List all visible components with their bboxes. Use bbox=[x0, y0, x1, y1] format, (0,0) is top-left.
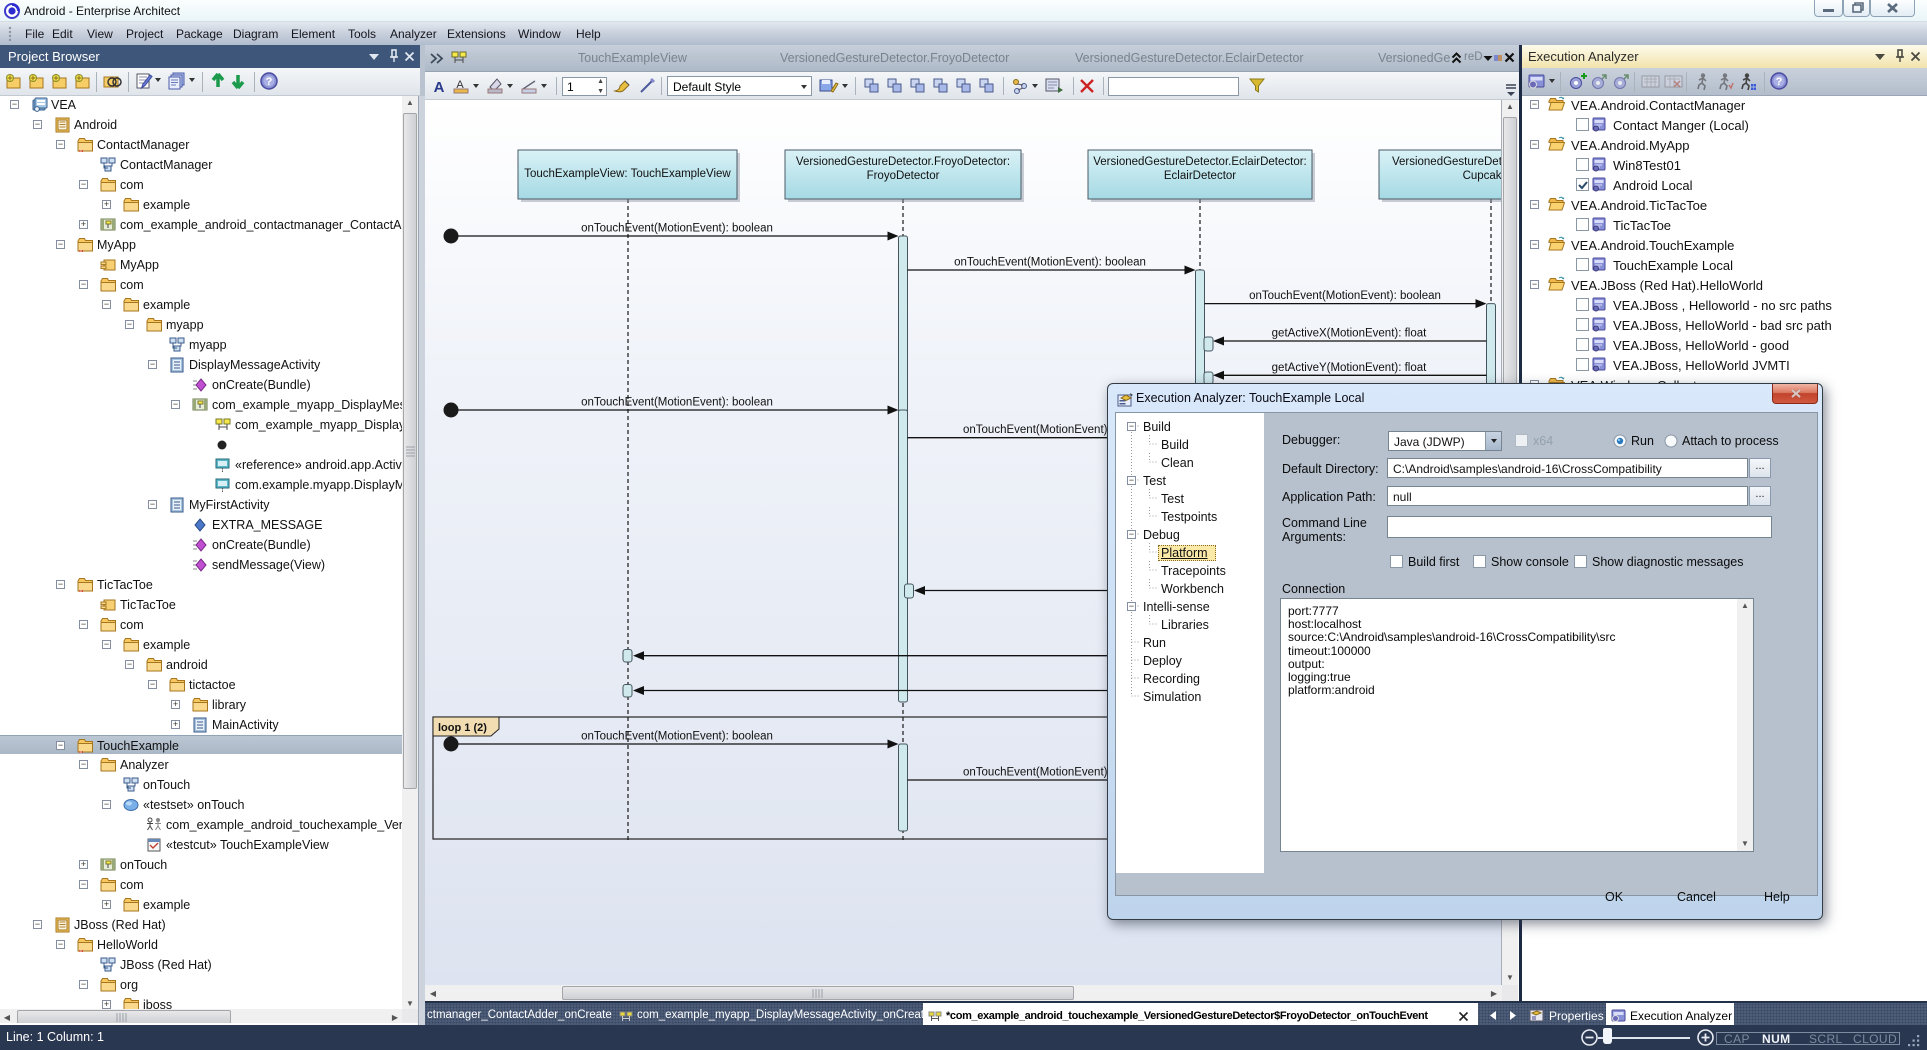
svg-text:onTouchEvent(MotionEvent): boo: onTouchEvent(MotionEvent): boolean bbox=[1249, 290, 1441, 302]
svg-text:getActiveY(MotionEvent): float: getActiveY(MotionEvent): float bbox=[1272, 362, 1427, 374]
svg-text:VersionedGestureDetector.Froyo: VersionedGestureDetector.FroyoDetector: bbox=[796, 156, 1010, 168]
svg-text:?: ? bbox=[1776, 76, 1783, 88]
svg-text:FroyoDetector: FroyoDetector bbox=[867, 170, 940, 182]
svg-text:EclairDetector: EclairDetector bbox=[1164, 170, 1236, 182]
svg-text:VersionedGestureDetector.Cupca: VersionedGestureDetector.CupcakeDetector… bbox=[1392, 156, 1502, 168]
svg-text:onTouchEvent(MotionEvent): boo: onTouchEvent(MotionEvent): boolean bbox=[581, 223, 773, 235]
svg-text:onTouchEvent(MotionEvent): boo: onTouchEvent(MotionEvent): boolean bbox=[954, 257, 1146, 269]
svg-text:A: A bbox=[434, 79, 445, 94]
svg-text:getActiveX(MotionEvent): float: getActiveX(MotionEvent): float bbox=[1272, 328, 1427, 340]
svg-text:?: ? bbox=[266, 76, 273, 88]
svg-text:loop 1 (2): loop 1 (2) bbox=[438, 722, 487, 734]
svg-text:CupcakeDetector: CupcakeDetector bbox=[1463, 170, 1502, 182]
svg-text:onTouchEvent(MotionEvent): boo: onTouchEvent(MotionEvent): boolean bbox=[581, 731, 773, 743]
svg-text:onTouchEvent(MotionEvent): boo: onTouchEvent(MotionEvent): boolean bbox=[581, 397, 773, 409]
svg-text:TouchExampleView: TouchExample: TouchExampleView: TouchExampleView bbox=[524, 168, 731, 180]
svg-text:VersionedGestureDetector.Eclai: VersionedGestureDetector.EclairDetector: bbox=[1093, 156, 1307, 168]
